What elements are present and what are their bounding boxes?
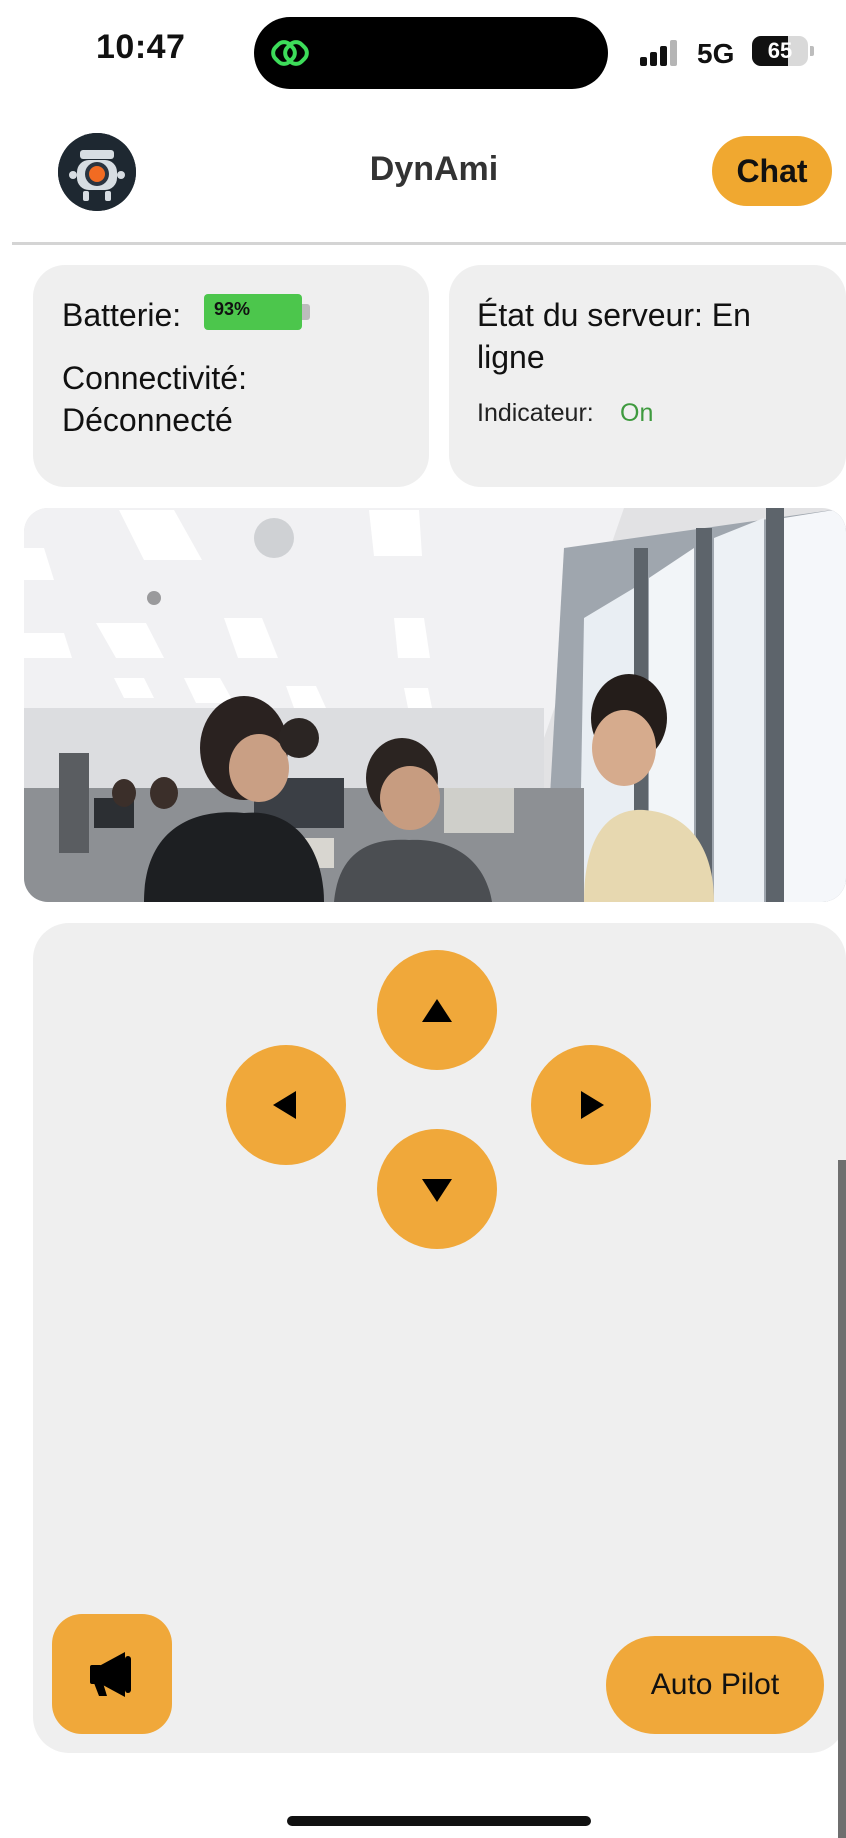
home-indicator[interactable] <box>287 1816 591 1826</box>
header-divider <box>12 242 846 245</box>
connectivity-value: Déconnecté <box>62 402 233 438</box>
arrow-left-icon <box>273 1091 296 1119</box>
autopilot-button[interactable]: Auto Pilot <box>606 1636 824 1734</box>
network-type: 5G <box>697 38 735 69</box>
turn-left-button[interactable] <box>226 1045 346 1165</box>
battery-icon: 65 <box>752 36 808 66</box>
signal-strength-icon <box>640 40 682 66</box>
dynamic-island <box>254 17 608 89</box>
horn-button[interactable] <box>52 1614 172 1734</box>
arrow-up-icon <box>422 999 452 1022</box>
server-status-line2: ligne <box>477 339 545 375</box>
status-time: 10:47 <box>96 28 186 66</box>
chat-button[interactable]: Chat <box>712 136 832 206</box>
server-status-line1: État du serveur: En <box>477 297 751 333</box>
battery-label: Batterie: <box>62 297 182 333</box>
battery-tip <box>810 46 814 56</box>
camera-feed <box>24 508 846 902</box>
connectivity-label: Connectivité: <box>62 360 247 396</box>
battery-percent: 93% <box>214 299 251 319</box>
app-title: DynAmi <box>369 150 499 188</box>
indicator-value: On <box>620 399 654 427</box>
megaphone-icon <box>90 1652 131 1697</box>
indicator-label: Indicateur: <box>477 399 594 427</box>
battery-badge-tip <box>302 304 310 320</box>
turn-right-button[interactable] <box>531 1045 651 1165</box>
battery-badge: 93% <box>204 294 302 330</box>
robot-logo-icon[interactable] <box>58 133 136 211</box>
move-forward-button[interactable] <box>377 950 497 1070</box>
link-icon <box>271 40 309 66</box>
move-backward-button[interactable] <box>377 1129 497 1249</box>
arrow-down-icon <box>422 1179 452 1202</box>
battery-level: 65 <box>767 38 793 63</box>
scroll-edge <box>838 1160 846 1838</box>
arrow-right-icon <box>581 1091 604 1119</box>
